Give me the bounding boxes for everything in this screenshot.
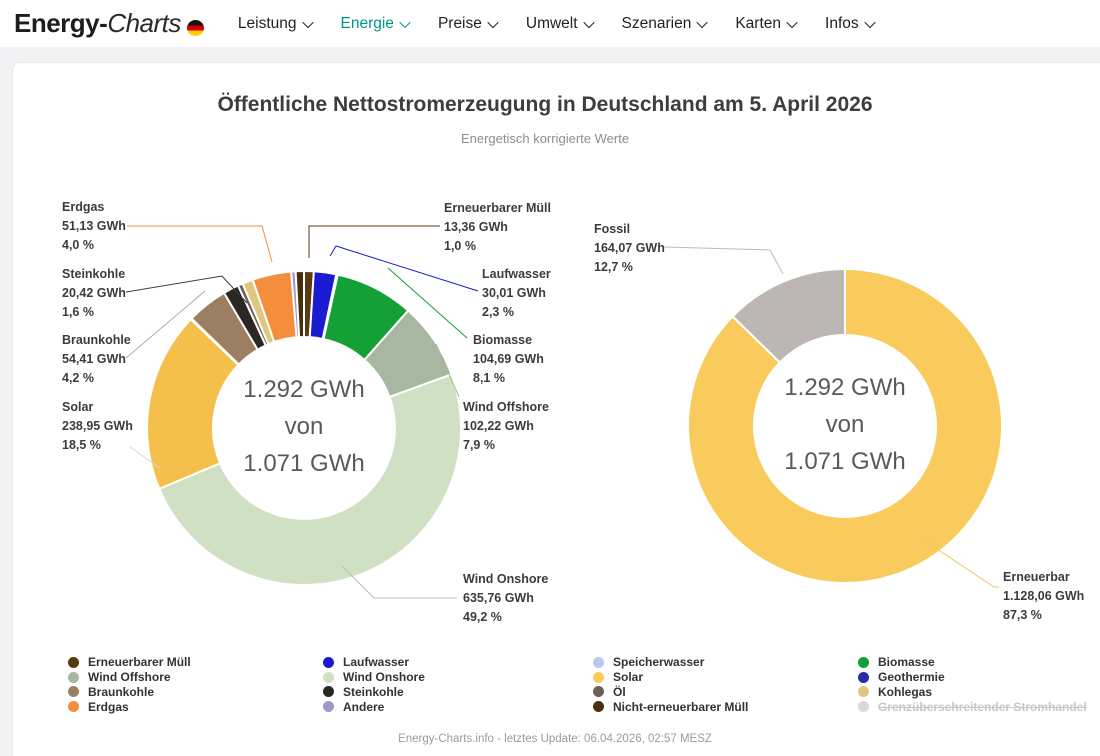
nav-item-label: Szenarien: [622, 15, 692, 33]
nav-item-karten[interactable]: Karten: [735, 15, 796, 33]
chevron-down-icon: [487, 16, 498, 27]
legend-label: Wind Offshore: [88, 670, 171, 684]
legend-item-steinkohle[interactable]: Steinkohle: [323, 685, 425, 700]
legend-swatch: [858, 672, 869, 683]
legend-column: LaufwasserWind OnshoreSteinkohleAndere: [323, 655, 425, 714]
legend-label: Kohlegas: [878, 685, 932, 699]
legend-swatch: [68, 672, 79, 683]
legend-swatch: [68, 686, 79, 697]
nav-item-infos[interactable]: Infos: [825, 15, 874, 33]
nav-item-label: Karten: [735, 15, 781, 33]
main-nav: Leistung Energie Preise Umwelt Szenarien Kart…: [238, 15, 874, 33]
legend-item-wind-offshore[interactable]: Wind Offshore: [68, 670, 191, 685]
nav-item-label: Preise: [438, 15, 482, 33]
legend-item-biomasse[interactable]: Biomasse: [858, 655, 1087, 670]
nav-item-szenarien[interactable]: Szenarien: [622, 15, 707, 33]
legend-item-erdgas[interactable]: Erdgas: [68, 699, 191, 714]
legend-item-solar[interactable]: Solar: [593, 670, 748, 685]
legend-swatch: [858, 657, 869, 668]
legend-column: Erneuerbarer MüllWind OffshoreBraunkohle…: [68, 655, 191, 714]
legend-swatch: [593, 657, 604, 668]
legend-column: SpeicherwasserSolarÖlNicht-erneuerbarer …: [593, 655, 748, 714]
nav-item-umwelt[interactable]: Umwelt: [526, 15, 593, 33]
legend-label: Erneuerbarer Müll: [88, 655, 191, 669]
legend-item-speicherwasser[interactable]: Speicherwasser: [593, 655, 748, 670]
legend-swatch: [323, 686, 334, 697]
legend-label: Erdgas: [88, 700, 129, 714]
page-title: Öffentliche Nettostromerzeugung in Deuts…: [0, 93, 1090, 117]
legend-item-kohlegas[interactable]: Kohlegas: [858, 685, 1087, 700]
nav-item-preise[interactable]: Preise: [438, 15, 497, 33]
legend-swatch: [593, 672, 604, 683]
legend-item-geothermie[interactable]: Geothermie: [858, 670, 1087, 685]
legend-swatch: [68, 657, 79, 668]
legend-item-grenzuberschreitender-stromhandel[interactable]: Grenzüberschreitender Stromhandel: [858, 699, 1087, 714]
nav-item-label: Energie: [341, 15, 394, 33]
german-flag-icon: [187, 20, 204, 36]
legend-item-andere[interactable]: Andere: [323, 699, 425, 714]
legend-swatch: [323, 701, 334, 712]
legend-item-braunkohle[interactable]: Braunkohle: [68, 685, 191, 700]
logo-text-energy: Energy-: [14, 8, 107, 39]
legend-label: Wind Onshore: [343, 670, 425, 684]
legend-swatch: [858, 686, 869, 697]
chevron-down-icon: [399, 16, 410, 27]
chevron-down-icon: [864, 16, 875, 27]
nav-item-leistung[interactable]: Leistung: [238, 15, 312, 33]
legend-item-nicht-erneuerbarer-mull[interactable]: Nicht-erneuerbarer Müll: [593, 699, 748, 714]
nav-item-energie[interactable]: Energie: [341, 15, 409, 33]
legend-swatch: [323, 657, 334, 668]
nav-item-label: Infos: [825, 15, 859, 33]
nav-item-label: Umwelt: [526, 15, 578, 33]
legend-swatch: [858, 701, 869, 712]
legend-label: Speicherwasser: [613, 655, 704, 669]
page-subtitle: Energetisch korrigierte Werte: [0, 131, 1090, 146]
legend-label: Biomasse: [878, 655, 935, 669]
legend-item-ol[interactable]: Öl: [593, 685, 748, 700]
legend-swatch: [593, 701, 604, 712]
logo-text-charts: Charts: [107, 8, 181, 39]
legend-swatch: [323, 672, 334, 683]
legend-item-wind-onshore[interactable]: Wind Onshore: [323, 670, 425, 685]
legend-label: Solar: [613, 670, 643, 684]
legend-label: Laufwasser: [343, 655, 409, 669]
legend-label: Steinkohle: [343, 685, 404, 699]
chevron-down-icon: [583, 16, 594, 27]
energy-charts-logo[interactable]: Energy-Charts: [14, 8, 204, 39]
legend-swatch: [593, 686, 604, 697]
nav-item-label: Leistung: [238, 15, 297, 33]
legend-item-erneuerbarer-mull[interactable]: Erneuerbarer Müll: [68, 655, 191, 670]
legend-item-laufwasser[interactable]: Laufwasser: [323, 655, 425, 670]
legend-label: Geothermie: [878, 670, 945, 684]
top-header: Energy-Charts Leistung Energie Preise Umwel…: [0, 0, 1100, 47]
legend-label: Grenzüberschreitender Stromhandel: [878, 700, 1087, 714]
legend-swatch: [68, 701, 79, 712]
chevron-down-icon: [302, 16, 313, 27]
legend-label: Nicht-erneuerbarer Müll: [613, 700, 748, 714]
legend-column: BiomasseGeothermieKohlegasGrenzüberschre…: [858, 655, 1087, 714]
footer-update-note: Energy-Charts.info - letztes Update: 06.…: [0, 733, 1100, 745]
chevron-down-icon: [697, 16, 708, 27]
legend-label: Braunkohle: [88, 685, 154, 699]
chevron-down-icon: [786, 16, 797, 27]
legend-label: Öl: [613, 685, 626, 699]
chart-legend: Erneuerbarer MüllWind OffshoreBraunkohle…: [0, 655, 1100, 721]
legend-label: Andere: [343, 700, 384, 714]
